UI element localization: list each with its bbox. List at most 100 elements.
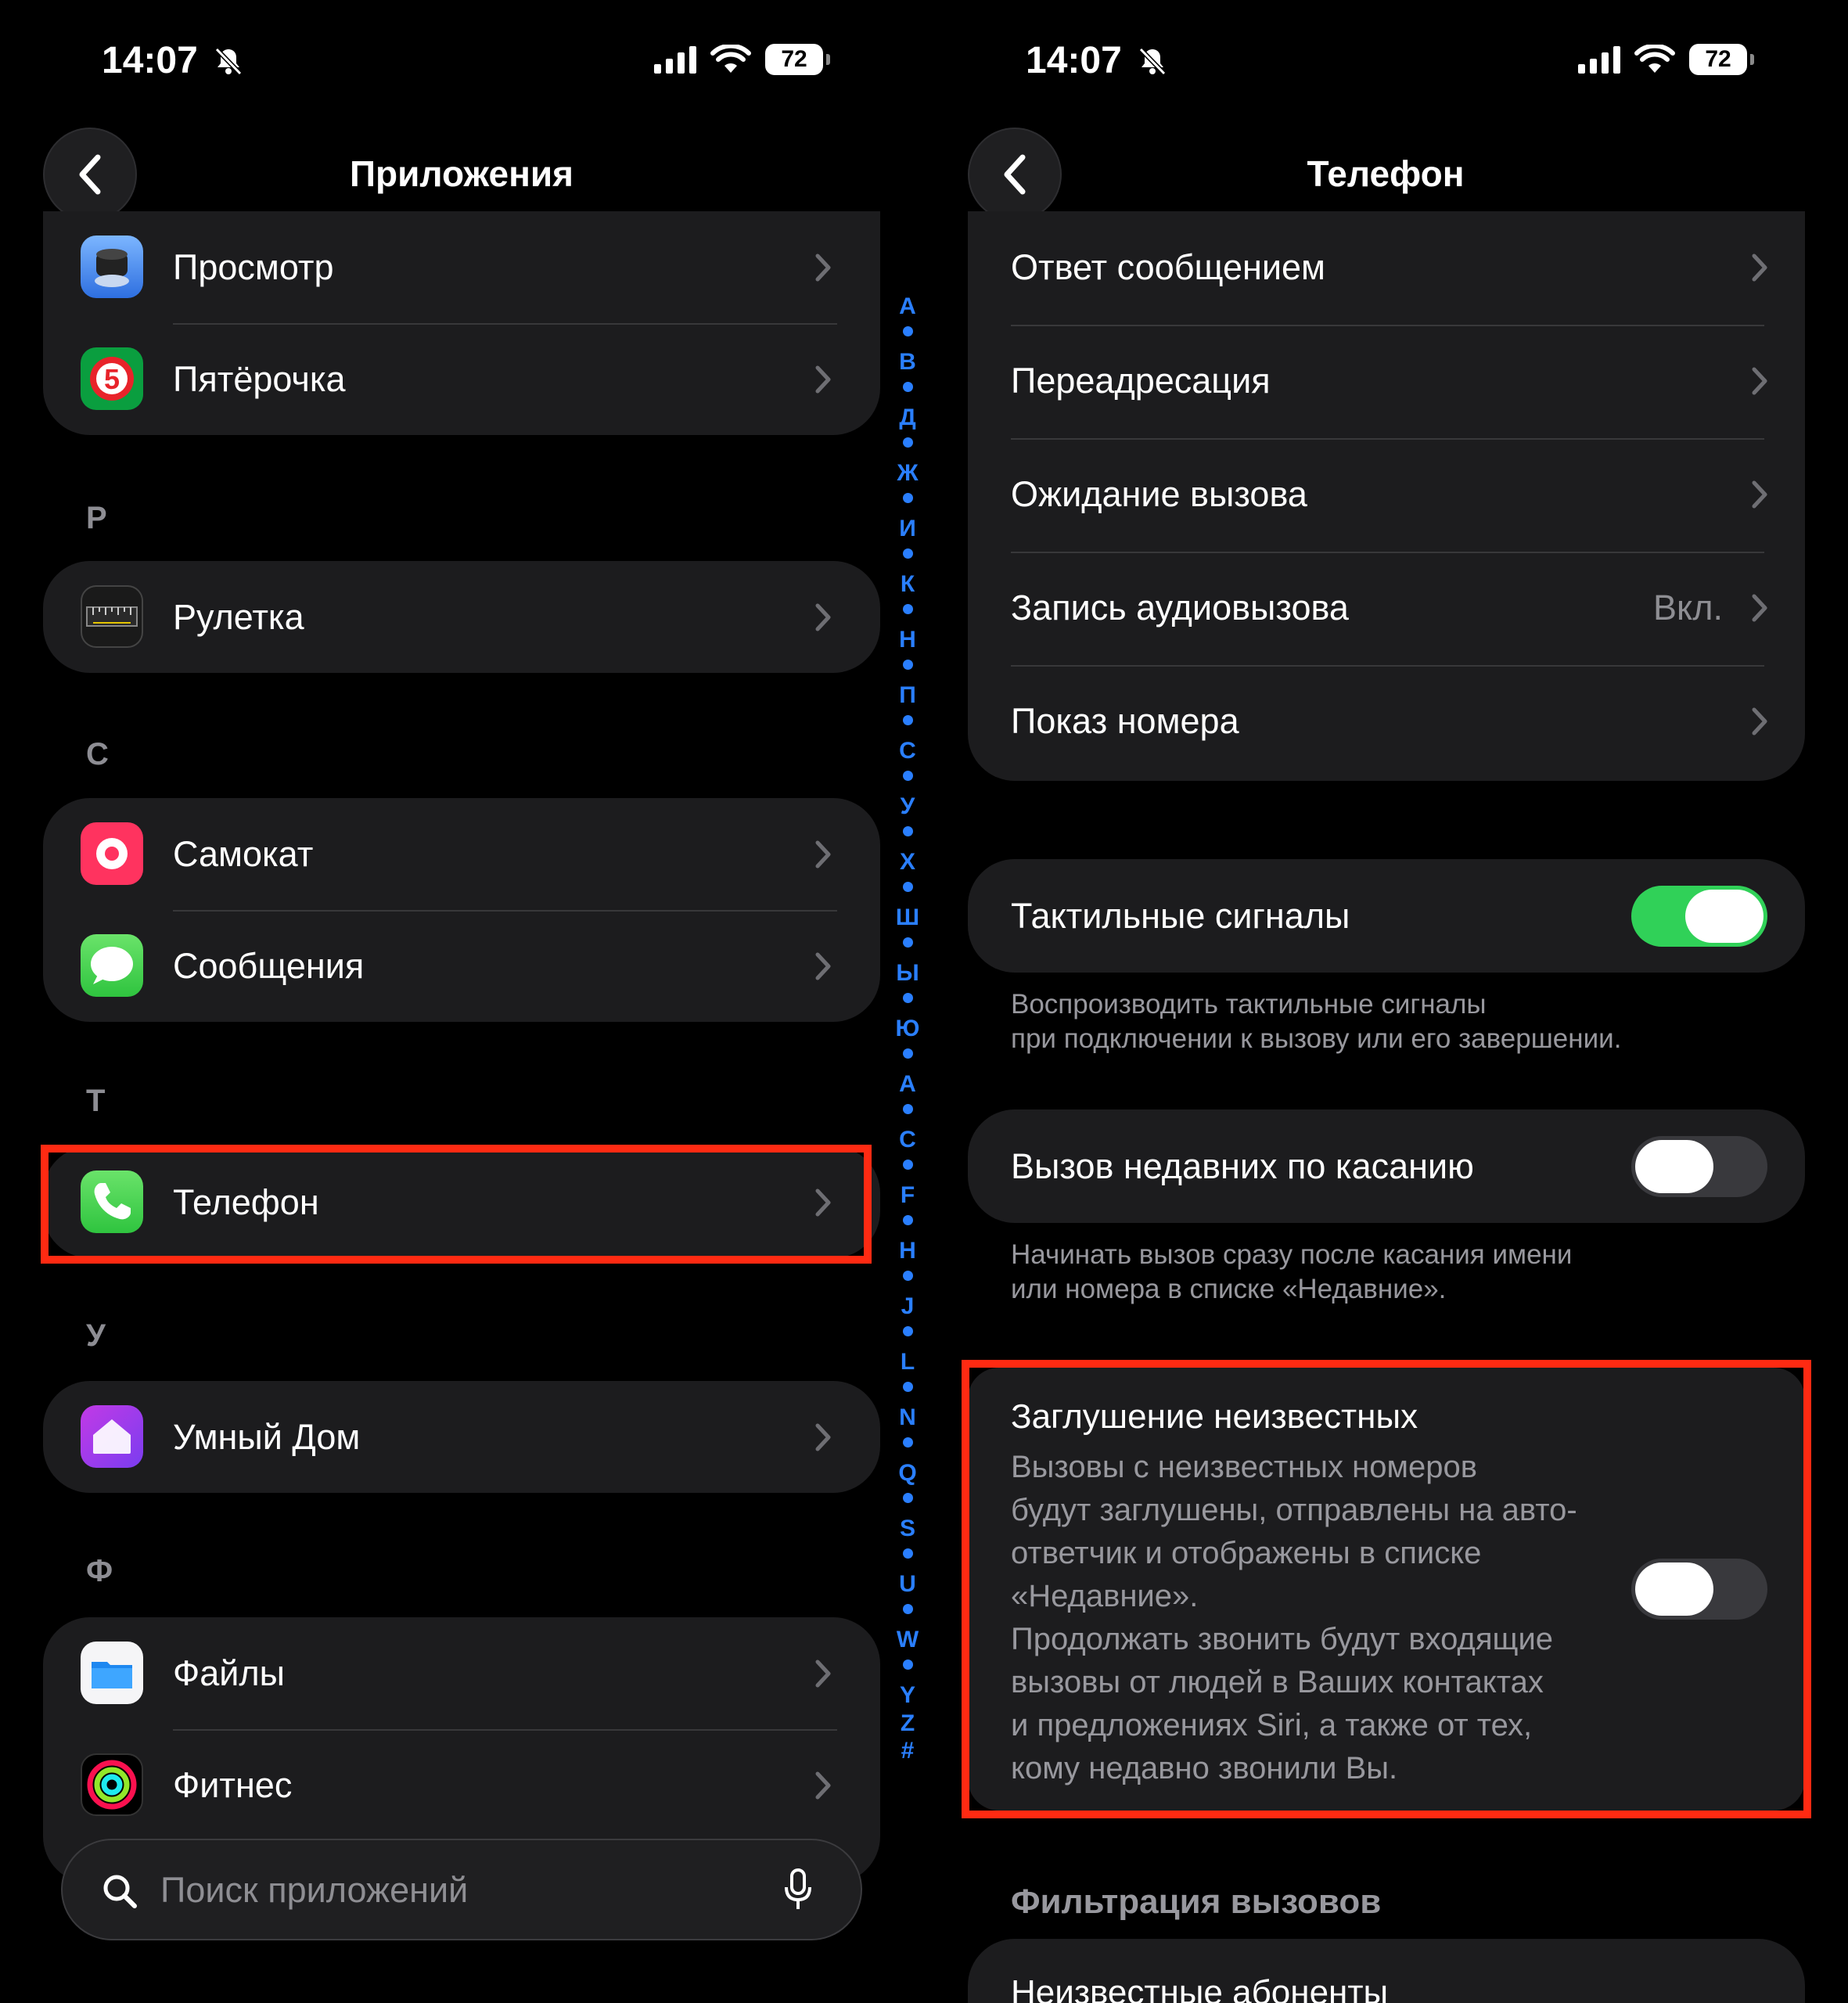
tap-recent-toggle[interactable] [1631, 1136, 1767, 1197]
app-row-samokat[interactable]: Самокат [43, 798, 880, 910]
row-label: Переадресация [1011, 360, 1271, 401]
app-row-fitness[interactable]: Фитнес [43, 1729, 880, 1841]
app-label: Пятёрочка [173, 358, 346, 399]
messages-app-icon [81, 934, 143, 997]
row-show-caller-id[interactable]: Показ номера [968, 665, 1805, 777]
pyaterochka-app-icon: 5 [81, 347, 143, 410]
index-dot [903, 881, 913, 892]
row-respond-with-text[interactable]: Ответ сообщением [968, 211, 1805, 323]
apps-group-r: Рулетка [43, 561, 880, 673]
app-label: Умный Дом [173, 1416, 361, 1457]
app-label: Самокат [173, 833, 314, 874]
app-row-pyaterochka[interactable]: 5 Пятёрочка [43, 323, 880, 435]
index-dot [903, 1214, 913, 1225]
highlight-frame-phone [41, 1145, 872, 1264]
app-row-home[interactable]: Умный Дом [43, 1381, 880, 1493]
row-call-recording[interactable]: Запись аудиовызова Вкл. [968, 552, 1805, 663]
index-letter[interactable]: H [892, 1238, 923, 1264]
index-letter[interactable]: С [892, 738, 923, 764]
index-letter[interactable]: В [892, 349, 923, 376]
index-dot [903, 1048, 913, 1059]
chevron-right-icon [815, 603, 831, 631]
index-dot [903, 659, 913, 670]
row-tap-recent: Вызов недавних по касанию [968, 1109, 1805, 1223]
row-label: Вызов недавних по касанию [1011, 1145, 1474, 1186]
index-letter[interactable]: N [892, 1404, 923, 1431]
index-letter[interactable]: А [892, 293, 923, 320]
index-letter[interactable]: J [892, 1293, 923, 1320]
app-row-messages[interactable]: Сообщения [43, 910, 880, 1022]
index-letter[interactable]: W [892, 1627, 923, 1653]
app-row-measure[interactable]: Рулетка [43, 561, 880, 673]
index-letter[interactable]: П [892, 682, 923, 709]
index-dot [903, 1381, 913, 1392]
index-letter[interactable]: У [892, 793, 923, 820]
index-dot [903, 492, 913, 503]
battery-indicator: 72 [1689, 44, 1754, 75]
index-letter[interactable]: A [892, 1071, 923, 1098]
haptics-group: Тактильные сигналы [968, 859, 1805, 973]
highlight-frame-silence [962, 1360, 1811, 1818]
back-button[interactable] [43, 128, 137, 221]
apps-settings-screen: 14:07 72 Приложения Просмотр 5 Пятёрочка… [0, 0, 924, 2003]
index-letter[interactable]: Ж [892, 460, 923, 487]
index-letter[interactable]: Y [892, 1682, 923, 1709]
index-letter[interactable]: Х [892, 849, 923, 876]
index-dot [903, 1603, 913, 1614]
home-app-icon [81, 1405, 143, 1468]
index-dot [903, 1659, 913, 1670]
chevron-right-icon [815, 1423, 831, 1451]
app-row-files[interactable]: Файлы [43, 1617, 880, 1729]
section-header: С [86, 737, 109, 771]
app-row-preview[interactable]: Просмотр [43, 211, 880, 323]
app-label: Рулетка [173, 596, 304, 637]
cellular-signal-icon [1578, 45, 1620, 74]
index-letter[interactable]: C [892, 1127, 923, 1153]
index-letter[interactable]: U [892, 1571, 923, 1598]
back-button[interactable] [968, 128, 1062, 221]
index-letter[interactable]: S [892, 1516, 923, 1542]
index-letter[interactable]: Z [892, 1710, 923, 1737]
index-letter[interactable]: F [892, 1182, 923, 1209]
row-unknown-callers[interactable]: Неизвестные абоненты [1011, 1973, 1388, 2003]
section-header: Т [86, 1084, 106, 1118]
index-letter[interactable]: К [892, 571, 923, 598]
haptics-toggle[interactable] [1631, 886, 1767, 947]
index-letter[interactable]: Ю [892, 1016, 923, 1042]
search-placeholder: Поиск приложений [160, 1870, 469, 1910]
row-label: Ответ сообщением [1011, 246, 1325, 287]
section-header: Ф [86, 1554, 113, 1588]
index-dot [903, 714, 913, 725]
row-value: Вкл. [1653, 587, 1723, 628]
index-letter[interactable]: L [892, 1349, 923, 1375]
app-search-bar[interactable]: Поиск приложений [61, 1839, 862, 1940]
row-call-forwarding[interactable]: Переадресация [968, 325, 1805, 437]
battery-indicator: 72 [765, 44, 830, 75]
row-call-waiting[interactable]: Ожидание вызова [968, 438, 1805, 550]
index-letter[interactable]: И [892, 516, 923, 542]
index-dot [903, 1492, 913, 1503]
chevron-right-icon [815, 1771, 831, 1799]
page-title: Приложения [349, 153, 574, 194]
index-letter[interactable]: Д [892, 405, 923, 431]
index-dot [903, 1437, 913, 1447]
app-label: Сообщения [173, 945, 365, 986]
index-dot [903, 825, 913, 836]
index-letter[interactable]: # [892, 1738, 923, 1764]
haptics-footnote: Воспроизводить тактильные сигналы при по… [1011, 989, 1622, 1054]
index-letter[interactable]: Ш [892, 904, 923, 931]
chevron-left-icon [79, 154, 101, 195]
bell-muted-icon [214, 47, 243, 76]
bell-muted-icon [1138, 47, 1167, 76]
toggle-knob [1685, 890, 1764, 943]
index-letter[interactable]: Н [892, 627, 923, 653]
measure-app-icon [81, 585, 143, 648]
microphone-icon[interactable] [782, 1867, 814, 1914]
chevron-right-icon [815, 254, 831, 281]
phone-settings-screen: 14:07 72 Телефон Ответ сообщением Переад… [924, 0, 1848, 2003]
chevron-right-icon [1752, 254, 1767, 281]
index-dot [903, 992, 913, 1003]
index-letter[interactable]: Q [892, 1460, 923, 1487]
index-letter[interactable]: Ы [892, 960, 923, 987]
row-haptics: Тактильные сигналы [968, 859, 1805, 973]
